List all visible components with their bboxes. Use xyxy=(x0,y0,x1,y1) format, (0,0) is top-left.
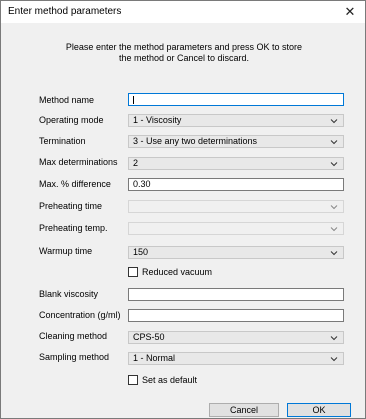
max-determinations-select[interactable]: 2 xyxy=(128,157,344,170)
chevron-down-icon xyxy=(330,162,338,167)
ok-button[interactable]: OK xyxy=(287,403,351,417)
max-difference-label: Max. % difference xyxy=(39,179,111,189)
concentration-input[interactable] xyxy=(128,309,344,322)
operating-mode-select[interactable]: 1 - Viscosity xyxy=(128,114,344,127)
instructions-line-1: Please enter the method parameters and p… xyxy=(65,42,303,52)
warmup-time-select[interactable]: 150 xyxy=(128,246,344,259)
max-difference-input[interactable]: 0.30 xyxy=(128,178,344,191)
blank-viscosity-label: Blank viscosity xyxy=(39,289,99,299)
instructions-line-2: the method or Cancel to discard. xyxy=(118,53,250,63)
max-determinations-value: 2 xyxy=(133,158,139,168)
set-as-default-checkbox[interactable] xyxy=(128,375,138,385)
sampling-method-value: 1 - Normal xyxy=(133,353,176,363)
preheating-temp-label: Preheating temp. xyxy=(39,223,108,233)
termination-select[interactable]: 3 - Use any two determinations xyxy=(128,135,344,148)
cancel-button[interactable]: Cancel xyxy=(209,403,279,417)
concentration-label: Concentration (g/ml) xyxy=(39,310,121,320)
cleaning-method-value: CPS-50 xyxy=(133,332,165,342)
warmup-time-label: Warmup time xyxy=(39,246,93,256)
close-icon[interactable]: ✕ xyxy=(335,1,365,23)
termination-value: 3 - Use any two determinations xyxy=(133,136,258,146)
chevron-down-icon xyxy=(330,336,338,341)
dialog-title: Enter method parameters xyxy=(8,6,122,17)
chevron-down-icon xyxy=(330,140,338,145)
chevron-down-icon xyxy=(330,205,338,210)
max-determinations-label: Max determinations xyxy=(39,157,118,167)
dialog-window: Enter method parameters ✕ Please enter t… xyxy=(0,0,366,419)
reduced-vacuum-checkbox[interactable] xyxy=(128,267,138,277)
reduced-vacuum-label: Reduced vacuum xyxy=(142,267,213,277)
instructions: Please enter the method parameters and p… xyxy=(1,42,366,64)
preheating-temp-select xyxy=(128,222,344,235)
method-name-input[interactable] xyxy=(128,93,344,106)
text-caret xyxy=(133,96,134,104)
sampling-method-select[interactable]: 1 - Normal xyxy=(128,352,344,365)
operating-mode-value: 1 - Viscosity xyxy=(133,115,182,125)
chevron-down-icon xyxy=(330,119,338,124)
operating-mode-label: Operating mode xyxy=(39,115,104,125)
preheating-time-label: Preheating time xyxy=(39,201,103,211)
warmup-time-value: 150 xyxy=(133,247,149,257)
preheating-time-select xyxy=(128,200,344,213)
method-name-label: Method name xyxy=(39,95,95,105)
set-as-default-label: Set as default xyxy=(142,375,198,385)
chevron-down-icon xyxy=(330,227,338,232)
cleaning-method-label: Cleaning method xyxy=(39,331,108,341)
chevron-down-icon xyxy=(330,357,338,362)
chevron-down-icon xyxy=(330,251,338,256)
title-bar: Enter method parameters ✕ xyxy=(1,1,365,23)
blank-viscosity-input[interactable] xyxy=(128,288,344,301)
termination-label: Termination xyxy=(39,136,86,146)
cleaning-method-select[interactable]: CPS-50 xyxy=(128,331,344,344)
sampling-method-label: Sampling method xyxy=(39,352,110,362)
